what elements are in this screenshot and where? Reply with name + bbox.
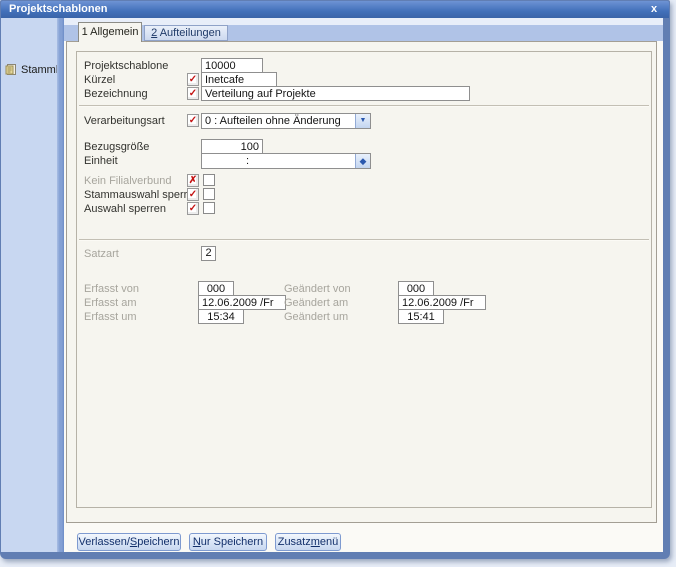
save-exit-button[interactable]: Verlassen/Speichern <box>77 533 181 551</box>
sidebar-item-stammblatt[interactable]: Stammblatt <box>5 62 77 78</box>
group-box: Projektschablone Kürzel ✓ Bezeichnung ✓ <box>76 51 652 508</box>
einheit-label: Einheit <box>84 155 118 167</box>
projektschablone-input[interactable] <box>201 58 263 73</box>
row-auswahl-sperren: Auswahl sperren ✓ <box>84 201 647 218</box>
content: 1 Allgemein 2 Aufteilungen Projektschabl… <box>64 18 663 552</box>
erfasst-von-field[interactable] <box>198 281 234 296</box>
mandatory-check-icon[interactable]: ✓ <box>187 202 199 215</box>
geaendert-um-label: Geändert um <box>284 311 349 323</box>
tab-panel: Projektschablone Kürzel ✓ Bezeichnung ✓ <box>66 41 657 523</box>
satzart-label: Satzart <box>84 248 119 260</box>
einheit-select[interactable]: : ◆ <box>201 153 371 169</box>
stammauswahl-sperren-checkbox[interactable] <box>203 188 215 200</box>
erfasst-um-label: Erfasst um <box>84 311 137 323</box>
bezeichnung-label: Bezeichnung <box>84 88 148 100</box>
mandatory-check-icon[interactable]: ✓ <box>187 87 199 100</box>
close-icon: x <box>650 3 658 15</box>
geaendert-von-label: Geändert von <box>284 283 351 295</box>
picker-diamond-icon: ◆ <box>359 156 367 166</box>
dropdown-arrow-button[interactable]: ▼ <box>355 114 370 128</box>
close-button[interactable]: x <box>646 2 662 17</box>
mandatory-cross-icon[interactable]: ✗ <box>187 174 199 187</box>
extras-menu-button[interactable]: Zusatzmenü <box>275 533 341 551</box>
bezugsgroesse-label: Bezugsgröße <box>84 141 150 153</box>
verarbeitungsart-value: 0 : Aufteilen ohne Änderung <box>205 115 341 127</box>
erfasst-am-field[interactable] <box>198 295 286 310</box>
kuerzel-label: Kürzel <box>84 74 116 86</box>
einheit-picker-button[interactable]: ◆ <box>355 154 370 168</box>
tab-allgemein[interactable]: 1 Allgemein <box>78 22 142 42</box>
sidebar: Stammblatt <box>1 18 77 552</box>
row-bezeichnung: Bezeichnung ✓ <box>84 86 647 103</box>
row-verarbeitungsart: Verarbeitungsart ✓ 0 : Aufteilen ohne Än… <box>84 113 647 130</box>
mandatory-check-icon[interactable]: ✓ <box>187 73 199 86</box>
verarbeitungsart-label: Verarbeitungsart <box>84 115 165 127</box>
bezugsgroesse-input[interactable] <box>201 139 263 154</box>
window: Projektschablonen x Stammblatt 1 Allgeme… <box>0 0 670 559</box>
chevron-down-icon: ▼ <box>359 117 367 124</box>
stammauswahl-sperren-label: Stammauswahl sperren <box>84 189 200 201</box>
stammblatt-icon <box>5 63 18 76</box>
tab-strip-gap <box>64 18 663 25</box>
separator-2 <box>79 239 649 241</box>
window-title: Projektschablonen <box>9 3 108 15</box>
tab-aufteilungen[interactable]: 2 Aufteilungen <box>144 25 228 41</box>
geaendert-am-label: Geändert am <box>284 297 349 309</box>
geaendert-am-field[interactable] <box>398 295 486 310</box>
app-body: Stammblatt 1 Allgemein 2 Aufteilungen Pr… <box>1 18 663 552</box>
auswahl-sperren-label: Auswahl sperren <box>84 203 166 215</box>
titlebar: Projektschablonen x <box>1 1 669 18</box>
separator-1 <box>79 105 649 107</box>
einheit-value: : <box>246 155 250 167</box>
kein-filialverbund-checkbox[interactable] <box>203 174 215 186</box>
satzart-field: 2 <box>201 246 216 261</box>
projektschablone-label: Projektschablone <box>84 60 169 72</box>
erfasst-um-field[interactable] <box>198 309 244 324</box>
auswahl-sperren-checkbox[interactable] <box>203 202 215 214</box>
row-einheit: Einheit : ◆ <box>84 153 647 170</box>
kein-filialverbund-label: Kein Filialverbund <box>84 175 172 187</box>
erfasst-am-label: Erfasst am <box>84 297 137 309</box>
kuerzel-input[interactable] <box>201 72 277 87</box>
verarbeitungsart-select[interactable]: 0 : Aufteilen ohne Änderung ▼ <box>201 113 371 129</box>
row-um: Erfasst um Geändert um <box>84 309 647 326</box>
bezeichnung-input[interactable] <box>201 86 470 101</box>
geaendert-um-field[interactable] <box>398 309 444 324</box>
save-only-button[interactable]: Nur Speichern <box>189 533 267 551</box>
erfasst-von-label: Erfasst von <box>84 283 140 295</box>
mandatory-check-icon[interactable]: ✓ <box>187 188 199 201</box>
sidebar-splitter[interactable] <box>57 18 64 552</box>
geaendert-von-field[interactable] <box>398 281 434 296</box>
row-satzart: Satzart 2 <box>84 246 647 263</box>
mandatory-check-icon[interactable]: ✓ <box>187 114 199 127</box>
